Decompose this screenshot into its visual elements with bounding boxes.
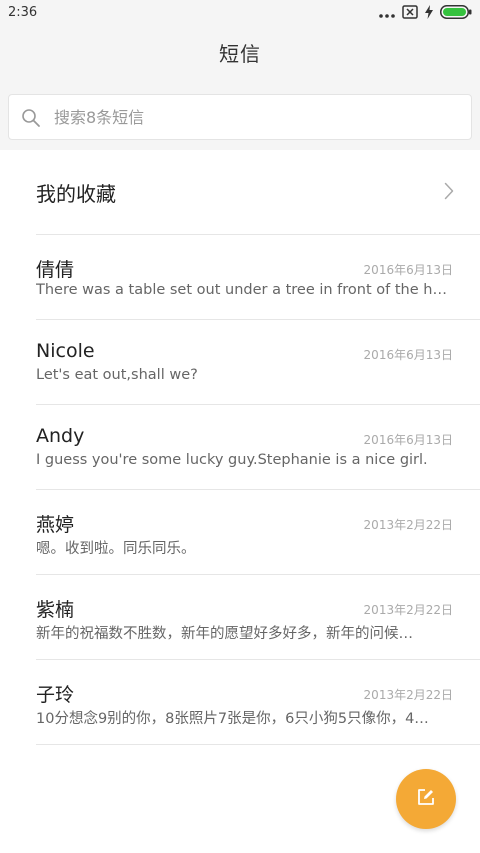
conversation-row[interactable]: Andy 2016年6月13日 I guess you're some luck… (0, 405, 480, 489)
message-preview: 新年的祝福数不胜数，新年的愿望好多好多，新年的问候… (36, 626, 413, 642)
search-input[interactable] (54, 95, 454, 139)
divider (36, 744, 480, 745)
conversation-row[interactable]: Nicole 2016年6月13日 Let's eat out,shall we… (0, 320, 480, 404)
message-preview: 10分想念9别的你，8张照片7张是你，6只小狗5只像你，4… (36, 711, 429, 727)
message-preview: There was a table set out under a tree i… (36, 282, 448, 298)
message-date: 2016年6月13日 (363, 263, 453, 277)
signal-dots-icon (379, 4, 395, 23)
top-bar: 2:36 短信 搜索8条短信 (0, 0, 480, 150)
status-icons (379, 4, 472, 23)
message-date: 2016年6月13日 (363, 348, 453, 362)
contact-name: 倩倩 (36, 259, 75, 281)
compose-button[interactable] (396, 769, 456, 829)
message-preview: Let's eat out,shall we? (36, 367, 198, 383)
status-bar: 2:36 (0, 0, 480, 26)
conversation-row[interactable]: 倩倩 2016年6月13日 There was a table set out … (0, 235, 480, 319)
search-box[interactable] (8, 94, 472, 140)
message-date: 2013年2月22日 (363, 603, 453, 617)
battery-icon (440, 4, 472, 23)
conversation-list: 我的收藏 倩倩 2016年6月13日 There was a table set… (0, 150, 480, 745)
conversation-row[interactable]: 紫楠 2013年2月22日 新年的祝福数不胜数，新年的愿望好多好多，新年的问候… (0, 575, 480, 659)
search-icon (21, 108, 41, 132)
conversation-row[interactable]: 燕婷 2013年2月22日 嗯。收到啦。同乐同乐。 (0, 490, 480, 574)
battery-level (443, 7, 466, 16)
compose-icon (416, 787, 436, 811)
page-title: 短信 (219, 42, 261, 66)
favorites-row[interactable]: 我的收藏 (0, 150, 480, 234)
contact-name: Nicole (36, 340, 95, 362)
conversation-row[interactable]: 子玲 2013年2月22日 10分想念9别的你，8张照片7张是你，6只小狗5只像… (0, 660, 480, 744)
contact-name: Andy (36, 425, 85, 447)
message-preview: I guess you're some lucky guy.Stephanie … (36, 452, 428, 468)
favorites-label: 我的收藏 (36, 182, 116, 206)
message-date: 2013年2月22日 (363, 688, 453, 702)
contact-name: 子玲 (36, 684, 75, 706)
message-date: 2016年6月13日 (363, 433, 453, 447)
message-preview: 嗯。收到啦。同乐同乐。 (36, 541, 196, 557)
status-time: 2:36 (8, 5, 38, 20)
charging-icon (425, 4, 433, 23)
message-date: 2013年2月22日 (363, 518, 453, 532)
chevron-right-icon (444, 182, 454, 204)
contact-name: 紫楠 (36, 599, 75, 621)
no-sim-icon (402, 4, 418, 23)
contact-name: 燕婷 (36, 514, 75, 536)
